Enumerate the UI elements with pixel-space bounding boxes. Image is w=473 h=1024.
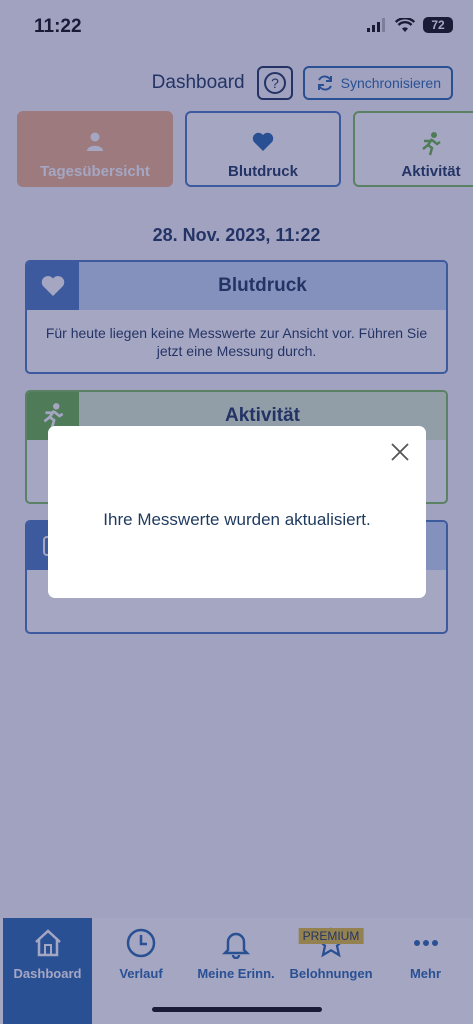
update-dialog: Ihre Messwerte wurden aktualisiert. [48, 426, 426, 598]
dialog-message: Ihre Messwerte wurden aktualisiert. [103, 510, 371, 529]
close-icon [391, 443, 409, 461]
close-button[interactable] [388, 440, 412, 464]
